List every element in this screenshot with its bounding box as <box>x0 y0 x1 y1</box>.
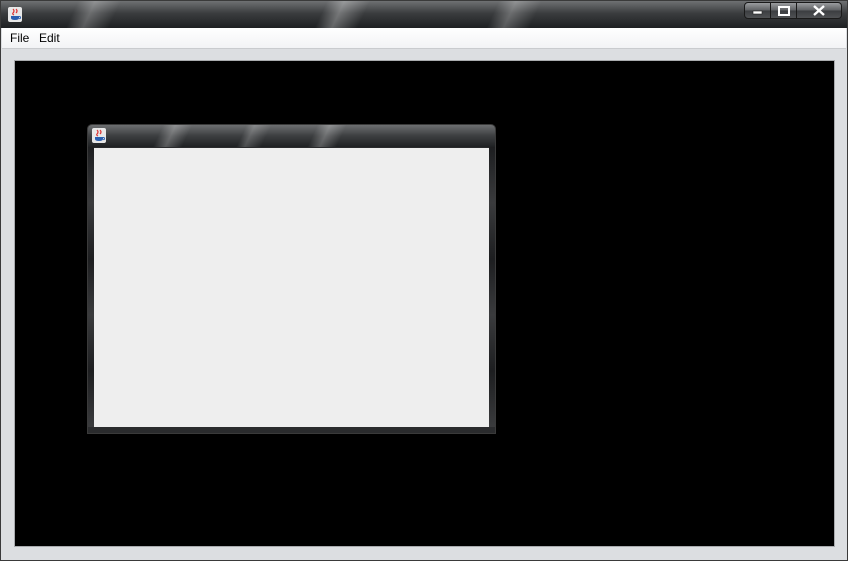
menu-edit[interactable]: Edit <box>39 31 60 45</box>
window-controls <box>744 2 842 20</box>
close-button[interactable] <box>797 2 842 19</box>
internal-frame-titlebar[interactable] <box>88 125 495 147</box>
desktop-pane <box>14 60 835 547</box>
minimize-button[interactable] <box>744 2 771 19</box>
java-coffee-cup-icon[interactable] <box>92 128 106 143</box>
maximize-button[interactable] <box>771 2 797 19</box>
internal-frame-right-border <box>489 147 495 427</box>
minimize-icon <box>752 10 763 14</box>
maximize-icon <box>777 5 790 16</box>
java-coffee-cup-icon <box>8 7 22 22</box>
window-titlebar[interactable] <box>1 1 847 28</box>
main-window: File Edit <box>0 0 848 561</box>
menu-bar: File Edit <box>2 28 846 49</box>
menu-file[interactable]: File <box>10 31 29 45</box>
internal-frame-content <box>94 148 489 427</box>
internal-frame[interactable] <box>87 124 496 434</box>
close-icon <box>813 5 825 16</box>
